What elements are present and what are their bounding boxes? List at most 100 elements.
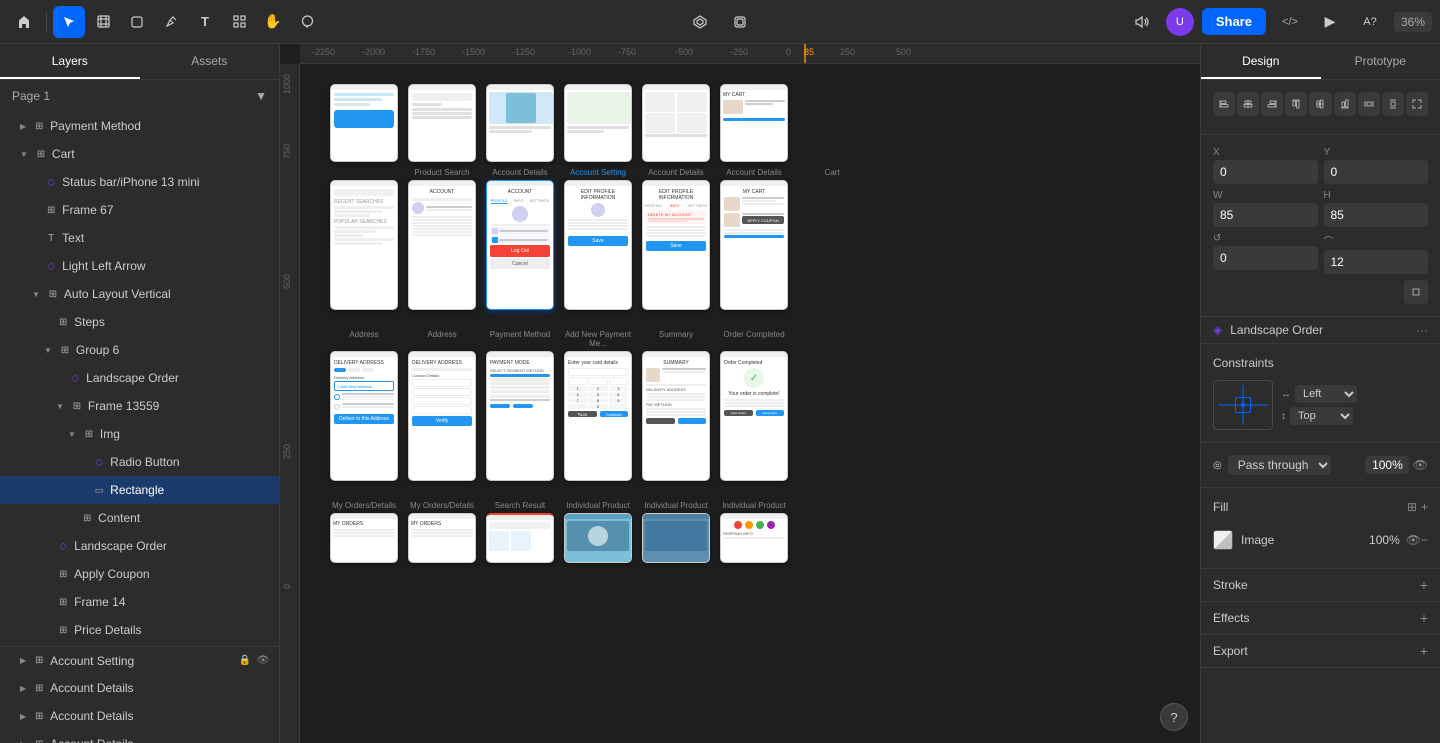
frame-tool-button[interactable]: [87, 6, 119, 38]
comment-tool-button[interactable]: [291, 6, 323, 38]
phone-individual-product-a[interactable]: [564, 513, 632, 563]
layer-landscape-order-2[interactable]: ▶ ◇ Landscape Order: [0, 532, 279, 560]
v-constraint-select[interactable]: Top Bottom Center Scale: [1290, 407, 1353, 425]
layer-text[interactable]: ▶ T Text: [0, 224, 279, 252]
frame-icon: ⊞: [46, 287, 60, 301]
effects-add-button[interactable]: +: [1420, 610, 1428, 626]
align-top-button[interactable]: [1285, 92, 1307, 116]
align-center-h-button[interactable]: [1237, 92, 1259, 116]
fill-eye-button[interactable]: 👁: [1406, 533, 1421, 547]
layer-account-details-3[interactable]: ▶ ⊞ Account Details: [0, 730, 279, 743]
stroke-add-button[interactable]: +: [1420, 577, 1428, 593]
rot-input[interactable]: [1213, 246, 1318, 270]
mask-center-button[interactable]: [724, 6, 756, 38]
layer-frame14[interactable]: ▶ ⊞ Frame 14: [0, 588, 279, 616]
layer-landscape-order-1[interactable]: ▶ ◇ Landscape Order: [0, 364, 279, 392]
fill-minus-button[interactable]: −: [1421, 533, 1428, 547]
export-add-button[interactable]: +: [1420, 643, 1428, 659]
align-middle-button[interactable]: [1309, 92, 1331, 116]
layer-content[interactable]: ▶ ⊞ Content: [0, 504, 279, 532]
distribute-h-button[interactable]: [1358, 92, 1380, 116]
y-input[interactable]: [1324, 160, 1429, 184]
phone-my-orders-a[interactable]: MY ORDERS: [330, 513, 398, 563]
frame-account-partial: [564, 84, 632, 162]
h-input[interactable]: [1324, 203, 1429, 227]
layer-cart[interactable]: ▼ ⊞ Cart: [0, 140, 279, 168]
phone-individual-product-c[interactable]: SHIPPING INFO: [720, 513, 788, 563]
w-input[interactable]: [1213, 203, 1318, 227]
align-left-button[interactable]: [1213, 92, 1235, 116]
play-button[interactable]: ▶: [1314, 6, 1346, 38]
phone-account-setting[interactable]: ACCOUNT PROFILE INFO SETTINGS: [486, 180, 554, 310]
phone-summary[interactable]: SUMMARY DELIVERY ADDRESS: [642, 351, 710, 481]
phone-address-b[interactable]: DELIVERY ADDRESS Contact Details Verify: [408, 351, 476, 481]
row2-labels: Address Address Payment Method Add New P…: [330, 330, 1200, 348]
component-tool-button[interactable]: [223, 6, 255, 38]
layer-account-setting[interactable]: ▶ ⊞ Account Setting 🔒 👁: [0, 646, 279, 674]
home-button[interactable]: [8, 6, 40, 38]
tab-assets[interactable]: Assets: [140, 44, 280, 79]
radius-input[interactable]: [1324, 250, 1429, 274]
phone-product-search[interactable]: RECENT SEARCHES POPULAR SEARCHES: [330, 180, 398, 310]
zoom-indicator[interactable]: 36%: [1394, 12, 1432, 32]
resize-button[interactable]: [1406, 92, 1428, 116]
fill-add-button[interactable]: ⊞: [1407, 500, 1417, 514]
present-button[interactable]: A?: [1354, 6, 1386, 38]
tab-layers[interactable]: Layers: [0, 44, 140, 79]
phone-search-result[interactable]: [486, 513, 554, 563]
phone-order-completed[interactable]: Order Completed ✓ Your order is complete…: [720, 351, 788, 481]
panel-header: Page 1 ▼: [0, 80, 279, 112]
pen-tool-button[interactable]: [155, 6, 187, 38]
canvas-scroll[interactable]: MY CART: [300, 64, 1200, 743]
layer-frame13559[interactable]: ▼ ⊞ Frame 13559 🔒 👁: [0, 392, 279, 420]
fill-extra-button[interactable]: +: [1421, 500, 1428, 514]
component-options-button[interactable]: ···: [1416, 323, 1428, 337]
distribute-v-button[interactable]: [1382, 92, 1404, 116]
h-constraint-select[interactable]: Left Right Center Scale: [1295, 385, 1357, 403]
layer-status-bar[interactable]: ▶ ◇ Status bar/iPhone 13 mini: [0, 168, 279, 196]
layer-rectangle[interactable]: ▶ ▭ Rectangle: [0, 476, 279, 504]
phone-account-details-b[interactable]: EDIT PROFILE INFORMATION Save: [564, 180, 632, 310]
code-view-button[interactable]: </>: [1274, 6, 1306, 38]
layer-eye-button[interactable]: 👁: [1413, 458, 1428, 472]
blend-mode-select[interactable]: Pass through Normal Multiply Screen: [1228, 455, 1331, 475]
text-tool-button[interactable]: T: [189, 6, 221, 38]
layer-payment-method[interactable]: ▶ ⊞ Payment Method: [0, 112, 279, 140]
component-center-button[interactable]: [684, 6, 716, 38]
layer-price-details[interactable]: ▶ ⊞ Price Details: [0, 616, 279, 644]
user-avatar[interactable]: U: [1166, 8, 1194, 36]
layer-autolayout[interactable]: ▼ ⊞ Auto Layout Vertical: [0, 280, 279, 308]
x-input[interactable]: [1213, 160, 1318, 184]
layer-account-details-1[interactable]: ▶ ⊞ Account Details: [0, 674, 279, 702]
layer-steps[interactable]: ▶ ⊞ Steps: [0, 308, 279, 336]
phone-cart-main[interactable]: MY CART: [720, 180, 788, 310]
layer-img[interactable]: ▼ ⊞ Img 🔒 👁: [0, 420, 279, 448]
phone-my-orders-b[interactable]: MY ORDERS: [408, 513, 476, 563]
export-section: Export +: [1201, 635, 1440, 668]
layer-radio-button[interactable]: ▶ ◇ Radio Button: [0, 448, 279, 476]
shape-tool-button[interactable]: [121, 6, 153, 38]
layer-light-arrow[interactable]: ▶ ◇ Light Left Arrow: [0, 252, 279, 280]
opacity-input[interactable]: [1365, 456, 1409, 474]
phone-address-a[interactable]: DELIVERY ADDRESS Delivery Address + Add …: [330, 351, 398, 481]
phone-account-details-a[interactable]: ACCOUNT: [408, 180, 476, 310]
layer-frame67[interactable]: ▶ ⊞ Frame 67: [0, 196, 279, 224]
phone-add-payment[interactable]: Enter your card details 1: [564, 351, 632, 481]
share-button[interactable]: Share: [1202, 8, 1266, 35]
help-button[interactable]: ?: [1160, 703, 1188, 731]
layer-group6[interactable]: ▼ ⊞ Group 6: [0, 336, 279, 364]
tab-design[interactable]: Design: [1201, 44, 1321, 79]
phone-individual-product-b[interactable]: [642, 513, 710, 563]
phone-account-details-c[interactable]: EDIT PROFILE INFORMATION PROFILE INFO SE…: [642, 180, 710, 310]
tab-prototype[interactable]: Prototype: [1321, 44, 1440, 79]
fill-color-preview[interactable]: [1213, 530, 1233, 550]
align-bottom-button[interactable]: [1334, 92, 1356, 116]
layer-apply-coupon[interactable]: ▶ ⊞ Apply Coupon: [0, 560, 279, 588]
align-right-button[interactable]: [1261, 92, 1283, 116]
audio-button[interactable]: [1126, 6, 1158, 38]
proportional-resize-button[interactable]: [1404, 280, 1428, 304]
move-tool-button[interactable]: [53, 6, 85, 38]
phone-payment-method[interactable]: PAYMENT MODE SELECT PAYMENT METHOD: [486, 351, 554, 481]
hand-tool-button[interactable]: ✋: [257, 6, 289, 38]
layer-account-details-2[interactable]: ▶ ⊞ Account Details: [0, 702, 279, 730]
